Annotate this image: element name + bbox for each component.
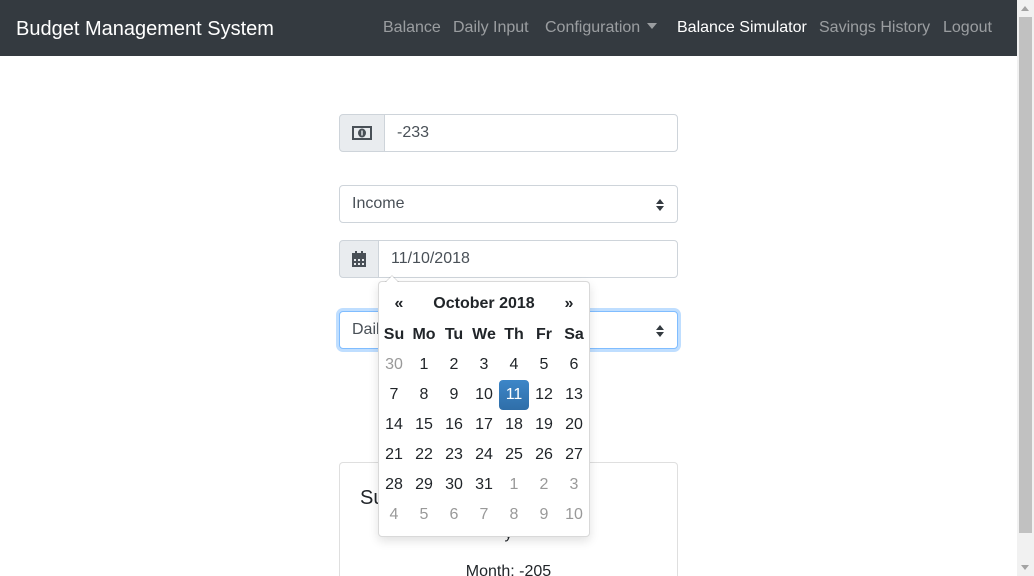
datepicker-day[interactable]: 27: [559, 440, 589, 470]
datepicker-month-title[interactable]: October 2018: [414, 293, 554, 315]
datepicker-day[interactable]: 5: [529, 350, 559, 380]
datepicker-day[interactable]: 25: [499, 440, 529, 470]
datepicker-day[interactable]: 28: [379, 470, 409, 500]
datepicker-prev-button[interactable]: «: [384, 293, 414, 315]
date-input[interactable]: 11/10/2018: [378, 240, 678, 278]
datepicker-day[interactable]: 21: [379, 440, 409, 470]
nav-dropdown-configuration-label: Configuration: [545, 19, 641, 36]
datepicker-day[interactable]: 16: [439, 410, 469, 440]
datepicker-weekday: Th: [504, 326, 524, 343]
datepicker-weekday: We: [472, 326, 496, 343]
datepicker-day[interactable]: 1: [499, 470, 529, 500]
amount-input-group: -233: [339, 114, 678, 152]
datepicker-popup: « October 2018 » Su Mo Tu We Th Fr Sa 30 1 2 3 4 5 6 7…: [378, 275, 590, 537]
datepicker-weekday: Fr: [536, 326, 552, 343]
datepicker-day[interactable]: 9: [439, 380, 469, 410]
chevron-down-icon: [647, 23, 658, 29]
datepicker-day[interactable]: 20: [559, 410, 589, 440]
datepicker-day[interactable]: 4: [499, 350, 529, 380]
datepicker-day[interactable]: 3: [469, 350, 499, 380]
nav-link-logout[interactable]: Logout: [943, 17, 992, 39]
datepicker-day[interactable]: 10: [469, 380, 499, 410]
type-select[interactable]: Income: [339, 185, 678, 223]
datepicker-day[interactable]: 8: [499, 500, 529, 530]
datepicker-day[interactable]: 10: [559, 500, 589, 530]
datepicker-day[interactable]: 5: [409, 500, 439, 530]
date-addon: [339, 240, 379, 278]
datepicker-day[interactable]: 6: [559, 350, 589, 380]
datepicker-day[interactable]: 11: [499, 380, 529, 410]
datepicker-day[interactable]: 4: [379, 500, 409, 530]
datepicker-weekday: Tu: [444, 326, 464, 343]
nav-link-balance[interactable]: Balance: [383, 17, 441, 39]
nav-link-daily-input[interactable]: Daily Input: [453, 17, 529, 39]
datepicker-next-button[interactable]: »: [554, 293, 584, 315]
datepicker-day[interactable]: 12: [529, 380, 559, 410]
datepicker-day[interactable]: 18: [499, 410, 529, 440]
datepicker-weekday: Mo: [412, 326, 436, 343]
select-arrows-icon: [656, 325, 664, 337]
amount-addon: [339, 114, 385, 152]
datepicker-day[interactable]: 1: [409, 350, 439, 380]
navbar: Budget Management System Balance Daily I…: [0, 0, 1017, 56]
money-bill-icon: [352, 126, 372, 140]
datepicker-day[interactable]: 17: [469, 410, 499, 440]
scroll-up-arrow-icon[interactable]: [1021, 6, 1029, 11]
datepicker-day[interactable]: 7: [379, 380, 409, 410]
navbar-brand[interactable]: Budget Management System: [16, 16, 274, 42]
datepicker-day[interactable]: 2: [439, 350, 469, 380]
calendar-icon: [352, 251, 366, 267]
summary-month: Month: -205: [465, 563, 552, 576]
datepicker-day[interactable]: 22: [409, 440, 439, 470]
scrollbar-thumb[interactable]: [1019, 17, 1032, 533]
datepicker-day[interactable]: 2: [529, 470, 559, 500]
vertical-scrollbar[interactable]: [1017, 0, 1034, 576]
datepicker-weekday: Sa: [564, 326, 584, 343]
datepicker-day[interactable]: 24: [469, 440, 499, 470]
datepicker-day[interactable]: 6: [439, 500, 469, 530]
datepicker-day[interactable]: 31: [469, 470, 499, 500]
scroll-down-arrow-icon[interactable]: [1021, 565, 1029, 570]
datepicker-day[interactable]: 3: [559, 470, 589, 500]
date-input-group: 11/10/2018: [339, 240, 678, 278]
datepicker-day[interactable]: 13: [559, 380, 589, 410]
amount-input[interactable]: -233: [384, 114, 678, 152]
datepicker-day[interactable]: 26: [529, 440, 559, 470]
datepicker-weekday: Su: [383, 326, 405, 343]
type-select-value: Income: [352, 195, 405, 212]
datepicker-day[interactable]: 30: [379, 350, 409, 380]
nav-link-savings-history[interactable]: Savings History: [819, 17, 930, 39]
datepicker-day[interactable]: 8: [409, 380, 439, 410]
datepicker-day[interactable]: 23: [439, 440, 469, 470]
select-arrows-icon: [656, 199, 664, 211]
datepicker-day[interactable]: 19: [529, 410, 559, 440]
datepicker-day[interactable]: 15: [409, 410, 439, 440]
datepicker-day[interactable]: 30: [439, 470, 469, 500]
datepicker-day[interactable]: 9: [529, 500, 559, 530]
nav-dropdown-configuration[interactable]: Configuration: [545, 17, 658, 39]
nav-link-balance-simulator[interactable]: Balance Simulator: [677, 17, 807, 39]
datepicker-day[interactable]: 14: [379, 410, 409, 440]
datepicker-day[interactable]: 29: [409, 470, 439, 500]
datepicker-day[interactable]: 7: [469, 500, 499, 530]
